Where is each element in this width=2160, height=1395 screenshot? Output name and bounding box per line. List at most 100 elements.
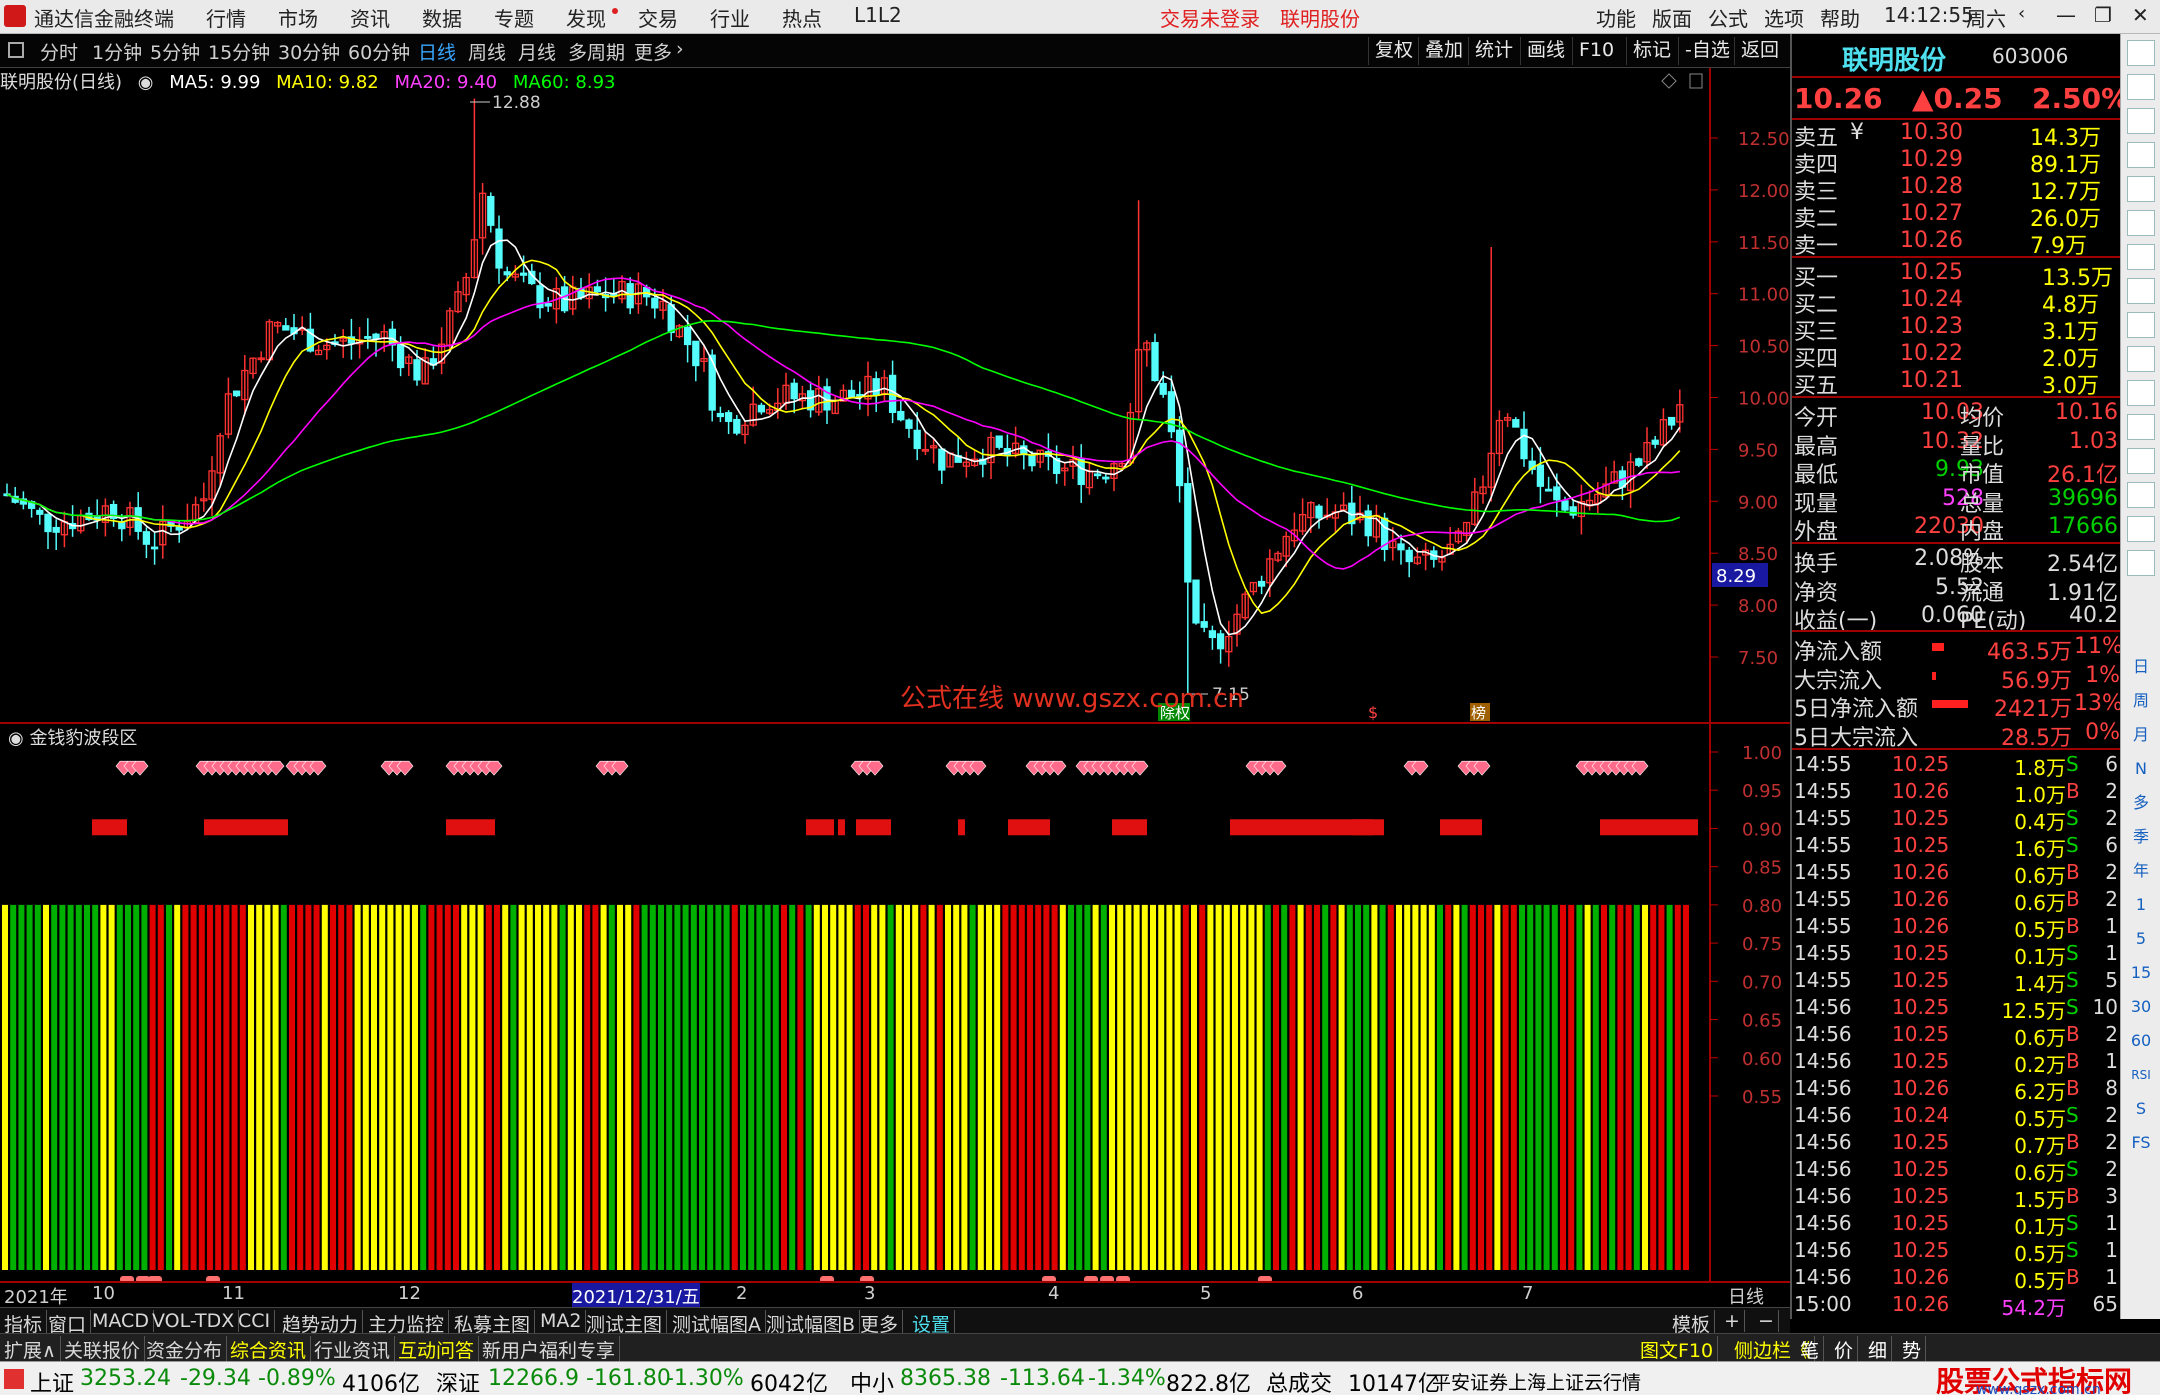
tool-draw[interactable]: 画线 [1520,37,1565,65]
tf-15min[interactable]: 15分钟 [208,38,270,65]
tf-1min[interactable]: 1分钟 [92,38,142,65]
tf-5min[interactable]: 5分钟 [150,38,200,65]
rsi-icon[interactable] [2127,1174,2155,1200]
kline-chart[interactable]: 12.50 12.00 11.50 11.00 10.50 10.00 9.50 9.00 8.… [0,68,1790,1283]
side-tool-10[interactable]: 30 [2127,994,2155,1020]
tool-f10[interactable]: F10 [1572,37,1614,65]
menu-market[interactable]: 行情 [206,3,246,32]
tf-60min[interactable]: 60分钟 [348,38,410,65]
minimize-icon[interactable]: — [2056,3,2076,27]
side-tool-7[interactable]: 1 [2127,892,2155,918]
back-icon[interactable]: ‹ [2018,3,2025,24]
ask-price[interactable]: 10.27 [1900,201,1963,226]
side-tool-13[interactable]: S [2127,1096,2155,1122]
login-status[interactable]: 交易未登录 [1160,3,1260,32]
tf-30min[interactable]: 30分钟 [278,38,340,65]
indicator-tab[interactable]: CCI [234,1310,276,1332]
menu-help[interactable]: 帮助 [1820,3,1860,32]
side-tool-0[interactable]: 日 [2127,654,2155,680]
table-icon[interactable] [2127,380,2155,406]
tf-daily[interactable]: 日线 [418,38,456,65]
finance-icon[interactable] [2127,346,2155,372]
quote-stock-name[interactable]: 联明股份 [1842,40,1946,77]
legend-toggle-icon[interactable]: ◉ [138,72,154,93]
close-icon[interactable] [2127,40,2155,66]
bid-price[interactable]: 10.21 [1900,368,1963,393]
indicator-tab[interactable]: VOL-TDX [148,1310,240,1332]
menu-l1l2[interactable]: L1L2 [854,3,902,27]
side-tool-5[interactable]: 季 [2127,824,2155,850]
bid-price[interactable]: 10.25 [1900,260,1963,285]
extension-tab[interactable]: 关联报价 [60,1336,146,1363]
up-arrow-icon[interactable] [2127,74,2155,100]
tool-overlay[interactable]: 叠加 [1418,37,1463,65]
extension-tab[interactable]: 扩展∧ [0,1336,61,1363]
tf-weekly[interactable]: 周线 [468,38,506,65]
sh-name[interactable]: 上证 [30,1366,74,1395]
down-arrow-icon[interactable] [2127,108,2155,134]
tool-return[interactable]: 返回 [1734,37,1779,65]
menu-layout[interactable]: 版面 [1652,3,1692,32]
side-tool-14[interactable]: FS [2127,1130,2155,1156]
side-tool-11[interactable]: 60 [2127,1028,2155,1054]
tool-stats[interactable]: 统计 [1468,37,1513,65]
bid-price[interactable]: 10.24 [1900,287,1963,312]
grid-icon[interactable] [2127,142,2155,168]
menu-trade[interactable]: 交易 [638,3,678,32]
indicator-tab[interactable]: MACD [88,1310,154,1332]
list-icon[interactable] [2127,176,2155,202]
side-tool-3[interactable]: N [2127,756,2155,782]
ask-price[interactable]: 10.30 [1900,120,1963,145]
side-tool-12[interactable]: RSI [2127,1062,2155,1088]
side-tool-6[interactable]: 年 [2127,858,2155,884]
ask-price[interactable]: 10.29 [1900,147,1963,172]
menu-function[interactable]: 功能 [1596,3,1636,32]
close-icon[interactable]: ✕ [2132,3,2149,27]
panel-toggle-icon[interactable] [8,42,24,58]
quote-tab[interactable]: 笔 [1796,1336,1825,1363]
extension-tab[interactable]: 行业资讯 [310,1336,396,1363]
menu-data[interactable]: 数据 [422,3,462,32]
menu-topic[interactable]: 专题 [494,3,534,32]
f10-tab[interactable]: 图文F10 [1636,1336,1719,1363]
doc-icon[interactable] [2127,414,2155,440]
extension-tab[interactable]: 新用户福利专享 [478,1336,621,1363]
tool-mark[interactable]: 标记 [1626,37,1671,65]
target-icon[interactable] [2127,550,2155,576]
zoom-out-button[interactable]: − [1754,1310,1779,1332]
indicator-toggle-icon[interactable]: ◉ [8,728,29,749]
extension-tab[interactable]: 互动问答 [394,1336,480,1363]
side-tool-8[interactable]: 5 [2127,926,2155,952]
quote-tab[interactable]: 细 [1864,1336,1893,1363]
menu-options[interactable]: 选项 [1764,3,1804,32]
extension-tab[interactable]: 综合资讯 [226,1336,312,1363]
restore-icon[interactable]: ❐ [2094,3,2112,27]
bid-price[interactable]: 10.22 [1900,341,1963,366]
chevron-right-icon[interactable]: › [676,38,684,60]
indicator-tab[interactable]: MA2 [536,1310,587,1332]
menu-hq[interactable]: 市场 [278,3,318,32]
menu-hot[interactable]: 热点 [782,3,822,32]
tool-adjust[interactable]: 复权 [1368,37,1413,65]
side-tool-4[interactable]: 多 [2127,790,2155,816]
quote-tab[interactable]: 价 [1830,1336,1859,1363]
stock-link[interactable]: 联明股份 [1280,3,1360,32]
line-chart-icon[interactable] [2127,244,2155,270]
tf-monthly[interactable]: 月线 [518,38,556,65]
clock-icon[interactable] [2127,516,2155,542]
menu-info[interactable]: 资讯 [350,3,390,32]
calc-icon[interactable] [2127,312,2155,338]
candle-icon[interactable] [2127,278,2155,304]
menu-formula[interactable]: 公式 [1708,3,1748,32]
dollar-mark[interactable]: $ [1368,703,1378,722]
side-tool-9[interactable]: 15 [2127,960,2155,986]
sz-name[interactable]: 深证 [436,1366,480,1395]
extension-tab[interactable]: 资金分布 [142,1336,228,1363]
tf-minute[interactable]: 分时 [40,38,78,65]
bar-chart-icon[interactable] [2127,210,2155,236]
tf-multi[interactable]: 多周期 [568,38,625,65]
bid-price[interactable]: 10.23 [1900,314,1963,339]
side-tool-2[interactable]: 月 [2127,722,2155,748]
star-icon[interactable] [2127,448,2155,474]
menu-industry[interactable]: 行业 [710,3,750,32]
